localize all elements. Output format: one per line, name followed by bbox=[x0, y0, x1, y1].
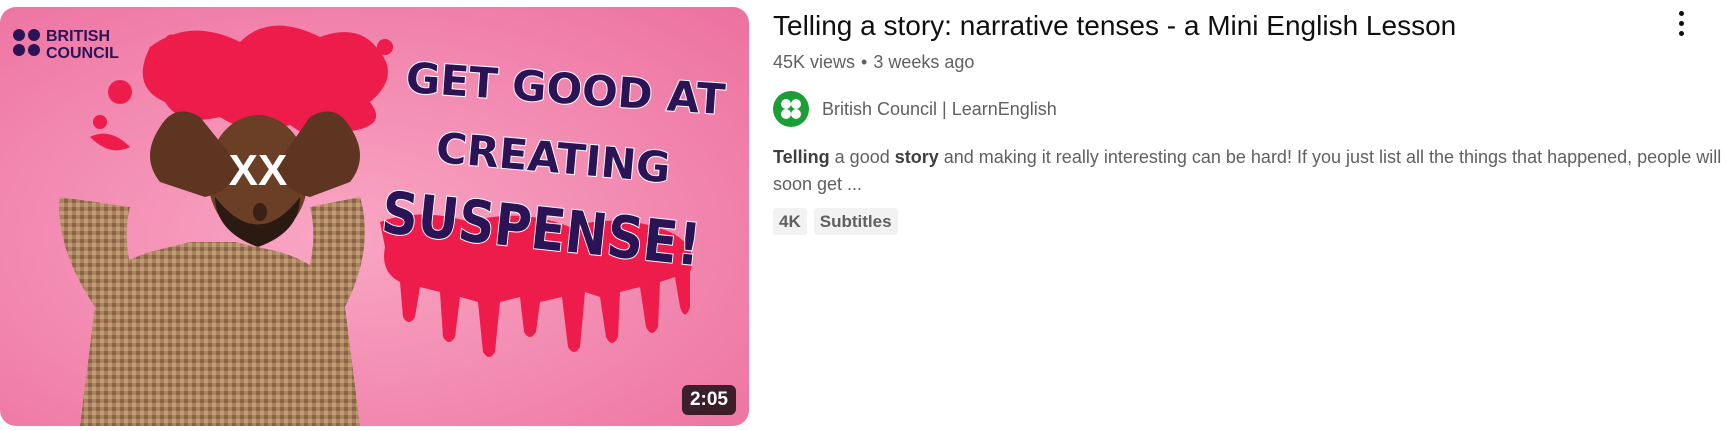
video-title[interactable]: Telling a story: narrative tenses - a Mi… bbox=[773, 8, 1633, 44]
thumbnail-image: XX BRITISH COUNCIL GET GOOD AT CREATING … bbox=[0, 7, 749, 426]
video-details: Telling a story: narrative tenses - a Mi… bbox=[773, 8, 1723, 235]
eye-x-marks: XX bbox=[229, 146, 288, 195]
badge-4k: 4K bbox=[773, 208, 807, 235]
view-count: 45K views bbox=[773, 52, 856, 72]
badge-subtitles: Subtitles bbox=[813, 208, 898, 235]
more-vert-icon[interactable] bbox=[1669, 6, 1693, 40]
video-result: XX BRITISH COUNCIL GET GOOD AT CREATING … bbox=[0, 0, 1727, 431]
desc-bold-1: Telling bbox=[773, 147, 830, 167]
channel-avatar-icon[interactable] bbox=[773, 91, 809, 127]
video-description-snippet: Telling a good story and making it reall… bbox=[773, 144, 1723, 198]
desc-bold-2: story bbox=[894, 147, 939, 167]
badge-row: 4K Subtitles bbox=[773, 208, 1723, 235]
video-thumbnail[interactable]: XX BRITISH COUNCIL GET GOOD AT CREATING … bbox=[0, 7, 749, 426]
duration-badge: 2:05 bbox=[681, 385, 736, 415]
brand-line-1: BRITISH bbox=[46, 28, 110, 45]
channel-link[interactable]: British Council | LearnEnglish bbox=[773, 91, 1723, 127]
brand-line-2: COUNCIL bbox=[46, 45, 119, 62]
video-meta: 45K views • 3 weeks ago bbox=[773, 50, 1723, 74]
meta-separator: • bbox=[861, 52, 868, 72]
desc-text-1: a good bbox=[829, 147, 895, 167]
upload-age: 3 weeks ago bbox=[873, 52, 975, 72]
channel-name[interactable]: British Council | LearnEnglish bbox=[822, 99, 1057, 120]
